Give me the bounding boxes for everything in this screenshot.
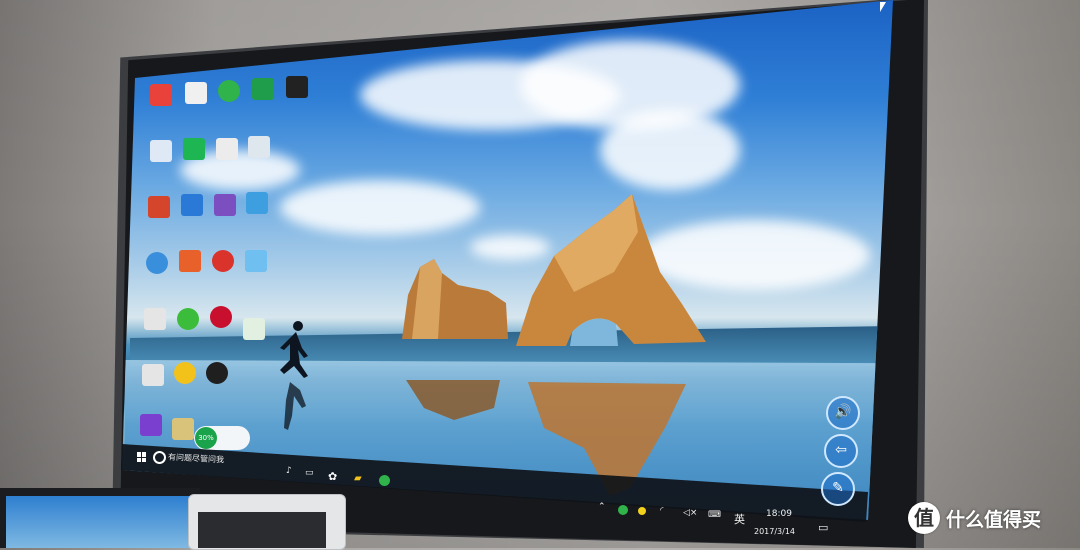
- person-file-icon[interactable]: [172, 418, 194, 440]
- runner-silhouette: [280, 321, 308, 430]
- cortana-icon[interactable]: [153, 451, 166, 464]
- app-icon-1[interactable]: [150, 84, 172, 106]
- green-app-icon[interactable]: [379, 475, 390, 486]
- watermark-text: 什么值得买: [946, 508, 1042, 531]
- recycle-bin-icon[interactable]: [248, 136, 270, 158]
- cloud: [600, 110, 740, 190]
- doc-icon[interactable]: [144, 308, 166, 330]
- wps-writer-icon[interactable]: [181, 194, 203, 216]
- file-icon[interactable]: [216, 138, 238, 160]
- tablet-screen: [198, 512, 326, 548]
- shield-icon[interactable]: [252, 78, 274, 100]
- purple-app-icon[interactable]: [140, 414, 162, 436]
- ie-icon[interactable]: [146, 252, 168, 274]
- document-icon[interactable]: [185, 82, 207, 104]
- video-thumbnail-icon[interactable]: [286, 76, 308, 98]
- clock-date[interactable]: 2017/3/14: [754, 527, 795, 536]
- wps-presentation-icon[interactable]: [179, 250, 201, 272]
- speed-widget[interactable]: 30%: [194, 426, 250, 450]
- music-icon[interactable]: [212, 250, 234, 272]
- rock-formation-left: [402, 259, 508, 339]
- browser-icon[interactable]: [218, 80, 240, 102]
- tray-yellow-icon[interactable]: [638, 507, 646, 515]
- task-view-icon[interactable]: ▭: [305, 468, 314, 478]
- annotate-pen-icon[interactable]: ✎: [821, 472, 855, 506]
- wifi-icon[interactable]: ◜: [660, 506, 664, 516]
- speed-widget-percent: 30%: [195, 427, 217, 449]
- folder-icon[interactable]: [246, 192, 268, 214]
- qq-icon[interactable]: [206, 362, 228, 384]
- start-button-icon[interactable]: [137, 452, 147, 462]
- tray-green-app-icon[interactable]: [618, 505, 628, 515]
- tray-overflow-icon[interactable]: ⌃: [598, 502, 606, 512]
- rock-formation-arch: [516, 194, 706, 346]
- plus-app-icon[interactable]: [174, 362, 196, 384]
- monitor-icon[interactable]: [245, 250, 267, 272]
- books-icon[interactable]: [148, 196, 170, 218]
- pinned-app-icon[interactable]: ✿: [328, 470, 337, 483]
- file-explorer-icon[interactable]: ▰: [354, 473, 362, 484]
- back-arrow-icon[interactable]: ⇦: [824, 434, 858, 468]
- wechat-icon[interactable]: [177, 308, 199, 330]
- word-file-icon[interactable]: [150, 140, 172, 162]
- action-center-icon[interactable]: ▭: [818, 521, 828, 534]
- volume-button-icon[interactable]: 🔊: [826, 396, 860, 430]
- bank-icon[interactable]: [210, 306, 232, 328]
- watermark-logo-icon: 值: [908, 502, 940, 534]
- laptop-screen: [6, 496, 190, 548]
- file-icon-2[interactable]: [142, 364, 164, 386]
- image-file-icon[interactable]: [243, 318, 265, 340]
- clock-time[interactable]: 18:09: [766, 509, 792, 519]
- volume-muted-icon[interactable]: ◁×: [683, 508, 697, 518]
- wps-icon[interactable]: [183, 138, 205, 160]
- ime-indicator[interactable]: 英: [734, 511, 745, 527]
- microphone-icon[interactable]: ♪: [286, 466, 292, 476]
- cloud: [280, 180, 480, 235]
- watermark: 值 什么值得买: [908, 502, 1041, 534]
- keyboard-icon[interactable]: ⌨: [708, 510, 721, 520]
- app-icon-2[interactable]: [214, 194, 236, 216]
- mouse-cursor-icon: [880, 2, 886, 12]
